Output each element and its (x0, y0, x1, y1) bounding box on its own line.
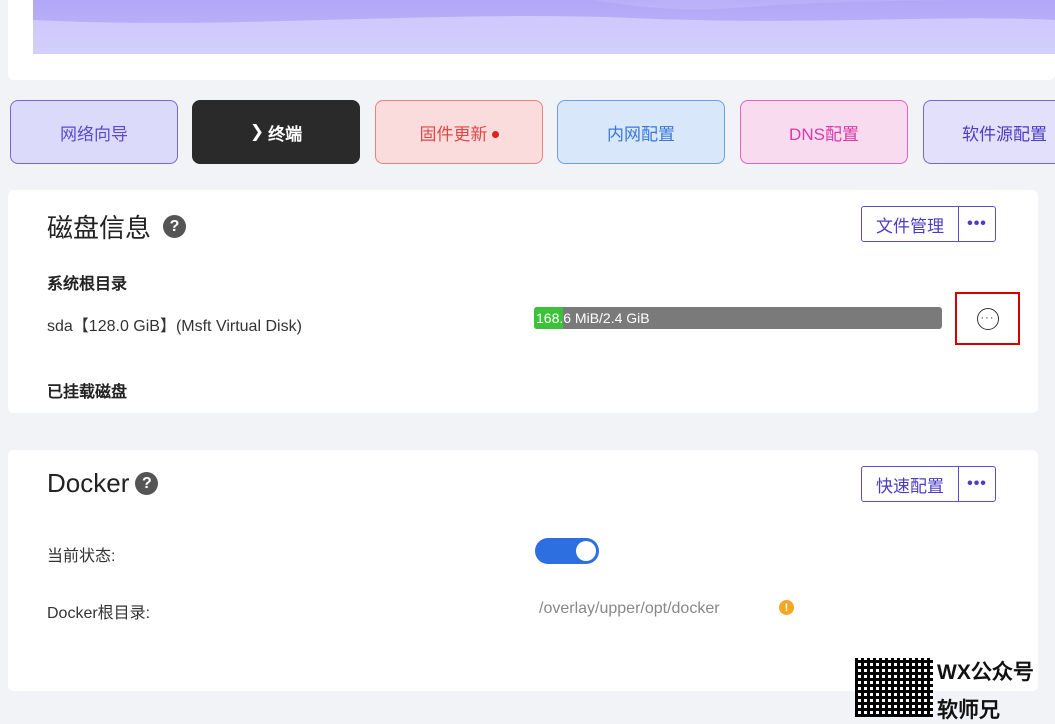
system-root-section-label: 系统根目录 (47, 276, 128, 293)
software-source-config-label: 软件源配置 (962, 124, 1047, 144)
docker-status-toggle[interactable] (535, 538, 599, 564)
toggle-knob (576, 541, 596, 561)
lan-config-label: 内网配置 (607, 124, 675, 144)
disk-usage-bar: 168.6 MiB/2.4 GiB (534, 307, 942, 329)
banner-wave-graphic (33, 0, 1055, 54)
network-wizard-label: 网络向导 (60, 124, 128, 144)
docker-root-label: Docker根目录: (47, 605, 151, 622)
dns-config-label: DNS配置 (789, 124, 859, 144)
quick-config-button[interactable]: 快速配置 (862, 467, 959, 501)
warning-icon[interactable]: ! (779, 600, 794, 615)
help-icon[interactable]: ? (135, 472, 159, 495)
watermark: WX公众号 软师兄 (855, 656, 1055, 722)
qr-code-icon (855, 658, 933, 717)
chevron-right-icon: ❯ (249, 122, 265, 141)
notification-dot-icon (491, 130, 499, 138)
more-horizontal-icon: ··· (976, 307, 999, 330)
disk-actions-group: 文件管理 ••• (861, 206, 996, 242)
docker-title: Docker ? (47, 468, 159, 499)
firmware-update-label: 固件更新 (419, 124, 488, 144)
docker-title-text: Docker (47, 468, 130, 498)
docker-card: Docker ? 快速配置 ••• 当前状态: Docker根目录: /over… (8, 450, 1038, 691)
docker-more-button[interactable]: ••• (959, 467, 995, 501)
watermark-line1: WX公众号 (937, 661, 1034, 684)
disk-row-menu-button[interactable]: ··· (955, 292, 1020, 345)
firmware-update-button[interactable]: 固件更新 (375, 100, 543, 164)
terminal-label: 终端 (268, 124, 303, 144)
disk-name: sda【128.0 GiB】(Msft Virtual Disk) (47, 318, 302, 335)
lan-config-button[interactable]: 内网配置 (557, 100, 725, 164)
dns-config-button[interactable]: DNS配置 (740, 100, 908, 164)
disk-info-title: 磁盘信息 ? (47, 208, 187, 245)
software-source-config-button[interactable]: 软件源配置 (923, 100, 1055, 164)
watermark-line2: 软师兄 (937, 699, 1000, 722)
disk-info-card: 磁盘信息 ? 文件管理 ••• 系统根目录 sda【128.0 GiB】(Msf… (8, 190, 1038, 413)
quick-action-bar: 网络向导 ❯ 终端 固件更新 内网配置 DNS配置 软件源配置 (10, 100, 1055, 166)
disk-more-button[interactable]: ••• (959, 207, 995, 241)
mounted-disks-section-label: 已挂载磁盘 (47, 384, 128, 401)
disk-info-title-text: 磁盘信息 (47, 213, 152, 243)
docker-actions-group: 快速配置 ••• (861, 466, 996, 502)
disk-usage-text: 168.6 MiB/2.4 GiB (536, 310, 650, 326)
help-icon[interactable]: ? (163, 215, 187, 238)
docker-root-value: /overlay/upper/opt/docker (539, 600, 720, 617)
docker-status-label: 当前状态: (47, 548, 116, 565)
file-manager-button[interactable]: 文件管理 (862, 207, 959, 241)
network-wizard-button[interactable]: 网络向导 (10, 100, 178, 164)
terminal-button[interactable]: ❯ 终端 (192, 100, 360, 164)
